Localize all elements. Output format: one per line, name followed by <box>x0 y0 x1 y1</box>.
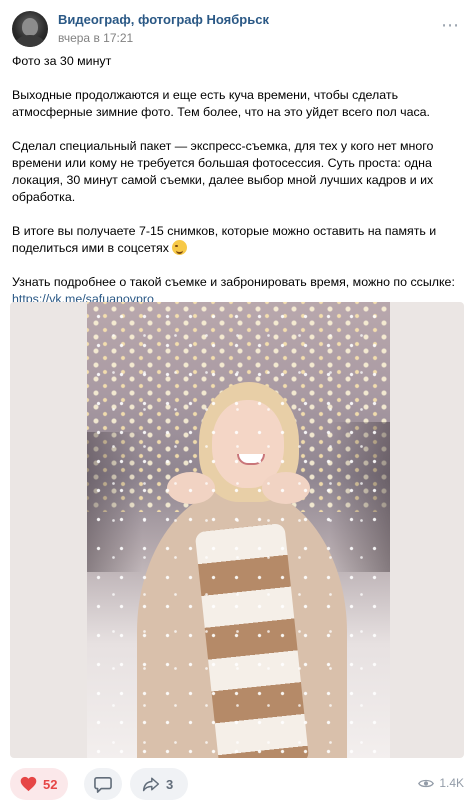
comment-button[interactable] <box>84 768 122 800</box>
views-count: 1.4K <box>439 776 464 790</box>
more-horizontal-icon[interactable]: ⋯ <box>441 15 460 36</box>
views-counter: 1.4K <box>418 776 464 790</box>
eye-icon <box>418 779 435 787</box>
post-paragraph-1: Фото за 30 минут <box>12 54 112 68</box>
post-time[interactable]: вчера в 17:21 <box>58 30 269 46</box>
share-count: 3 <box>166 776 174 792</box>
post-header: Видеограф, фотограф Ноябрьск вчера в 17:… <box>12 9 269 49</box>
avatar[interactable] <box>12 11 48 47</box>
author-block: Видеограф, фотограф Ноябрьск вчера в 17:… <box>58 12 269 46</box>
like-count: 52 <box>43 776 58 792</box>
post-text: Фото за 30 минут Выходные продолжаются и… <box>12 53 464 308</box>
winter-portrait-photo[interactable] <box>87 302 390 758</box>
post-paragraph-3: Сделал специальный пакет — экспресс-съем… <box>12 139 434 204</box>
post-paragraph-2: Выходные продолжаются и еще есть куча вр… <box>12 88 430 119</box>
author-name[interactable]: Видеограф, фотограф Ноябрьск <box>58 12 269 28</box>
post-paragraph-5-text: Узнать подробнее о такой съемке и заброн… <box>12 275 455 289</box>
share-button[interactable]: 3 <box>130 768 188 800</box>
winking-face-emoji <box>172 240 188 255</box>
like-button[interactable]: 52 <box>10 768 68 800</box>
heart-icon <box>20 776 37 792</box>
post-paragraph-4-text: В итоге вы получаете 7-15 снимков, котор… <box>12 224 437 255</box>
share-icon <box>142 777 160 792</box>
post-actions: 52 3 1.4K <box>10 768 464 800</box>
post-paragraph-4: В итоге вы получаете 7-15 снимков, котор… <box>12 223 464 257</box>
photo-attachment[interactable] <box>10 302 464 758</box>
comment-icon <box>94 776 112 793</box>
